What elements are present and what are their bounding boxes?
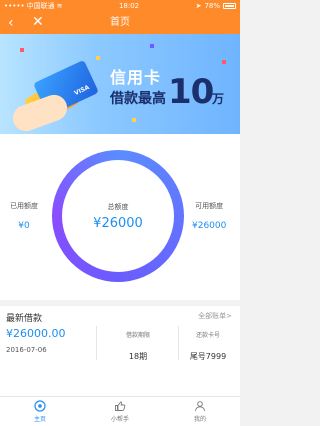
banner-unit: 万	[212, 92, 225, 106]
status-left: ••••• 中国联通 ≋	[4, 1, 63, 11]
tab-mine[interactable]: 我的	[160, 397, 240, 426]
location-icon: ➤	[195, 2, 202, 10]
available-credit: 可用额度 ¥26000	[192, 201, 226, 231]
tab-bar: 主页 小帮手 我的	[0, 396, 240, 426]
credit-summary: 已用额度 ¥0 总额度 ¥26000 可用额度 ¥26000	[0, 134, 240, 300]
nav-bar: ‹ ✕ 首页	[0, 12, 240, 34]
battery-icon	[223, 3, 236, 9]
status-bar: ••••• 中国联通 ≋ 18:02 ➤ 78%	[0, 0, 240, 12]
total-credit-value: ¥26000	[93, 215, 143, 231]
latest-loan-title: 最新借款	[6, 314, 43, 324]
tab-helper[interactable]: 小帮手	[80, 397, 160, 426]
promo-banner[interactable]: VISA 信用卡 借款最高 10 万	[0, 34, 240, 134]
repay-card-label: 还款卡号	[195, 332, 220, 339]
confetti-decoration	[132, 118, 136, 122]
thumb-up-icon	[115, 401, 126, 411]
total-credit-label: 总额度	[107, 202, 129, 211]
repay-card: 还款卡号 尾号7999	[176, 330, 240, 362]
tab-home[interactable]: 主页	[0, 397, 80, 426]
banner-amount: 10	[168, 72, 214, 112]
signal-icon: •••••	[4, 2, 25, 10]
available-credit-label: 可用额度	[195, 202, 224, 210]
banner-subline: 借款最高	[110, 91, 166, 107]
battery-percent: 78%	[204, 2, 220, 10]
user-icon	[195, 401, 205, 412]
loan-term: 借款期限 18期	[106, 330, 170, 362]
confetti-decoration	[96, 56, 100, 60]
home-circle-icon	[34, 400, 46, 412]
page-title: 首页	[110, 17, 130, 28]
loan-date: 2016-07-06	[6, 346, 47, 354]
loan-term-value: 18期	[128, 352, 148, 361]
latest-loan-card[interactable]: 最新借款 全部账单> ¥26000.00 2016-07-06 借款期限 18期…	[0, 300, 240, 396]
carrier-name: 中国联通	[26, 2, 55, 10]
used-credit: 已用额度 ¥0	[10, 201, 38, 231]
total-credit: 总额度 ¥26000	[52, 150, 184, 282]
confetti-decoration	[20, 48, 24, 52]
wifi-icon: ≋	[56, 2, 63, 10]
all-bills-link[interactable]: 全部账单>	[198, 311, 232, 321]
available-credit-value: ¥26000	[192, 221, 227, 231]
tab-mine-label: 我的	[193, 416, 206, 423]
confetti-decoration	[222, 60, 226, 64]
used-credit-label: 已用额度	[10, 202, 38, 210]
loan-amount: ¥26000.00	[6, 327, 66, 340]
divider	[96, 326, 97, 360]
confetti-decoration	[150, 44, 154, 48]
tab-home-label: 主页	[33, 416, 46, 423]
tab-helper-label: 小帮手	[110, 416, 129, 423]
status-right: ➤ 78%	[196, 2, 236, 10]
used-credit-value: ¥0	[18, 221, 30, 231]
status-time: 18:02	[118, 2, 140, 10]
repay-card-value: 尾号7999	[189, 352, 227, 361]
banner-headline: 信用卡	[110, 68, 162, 87]
loan-term-label: 借款期限	[125, 332, 150, 339]
